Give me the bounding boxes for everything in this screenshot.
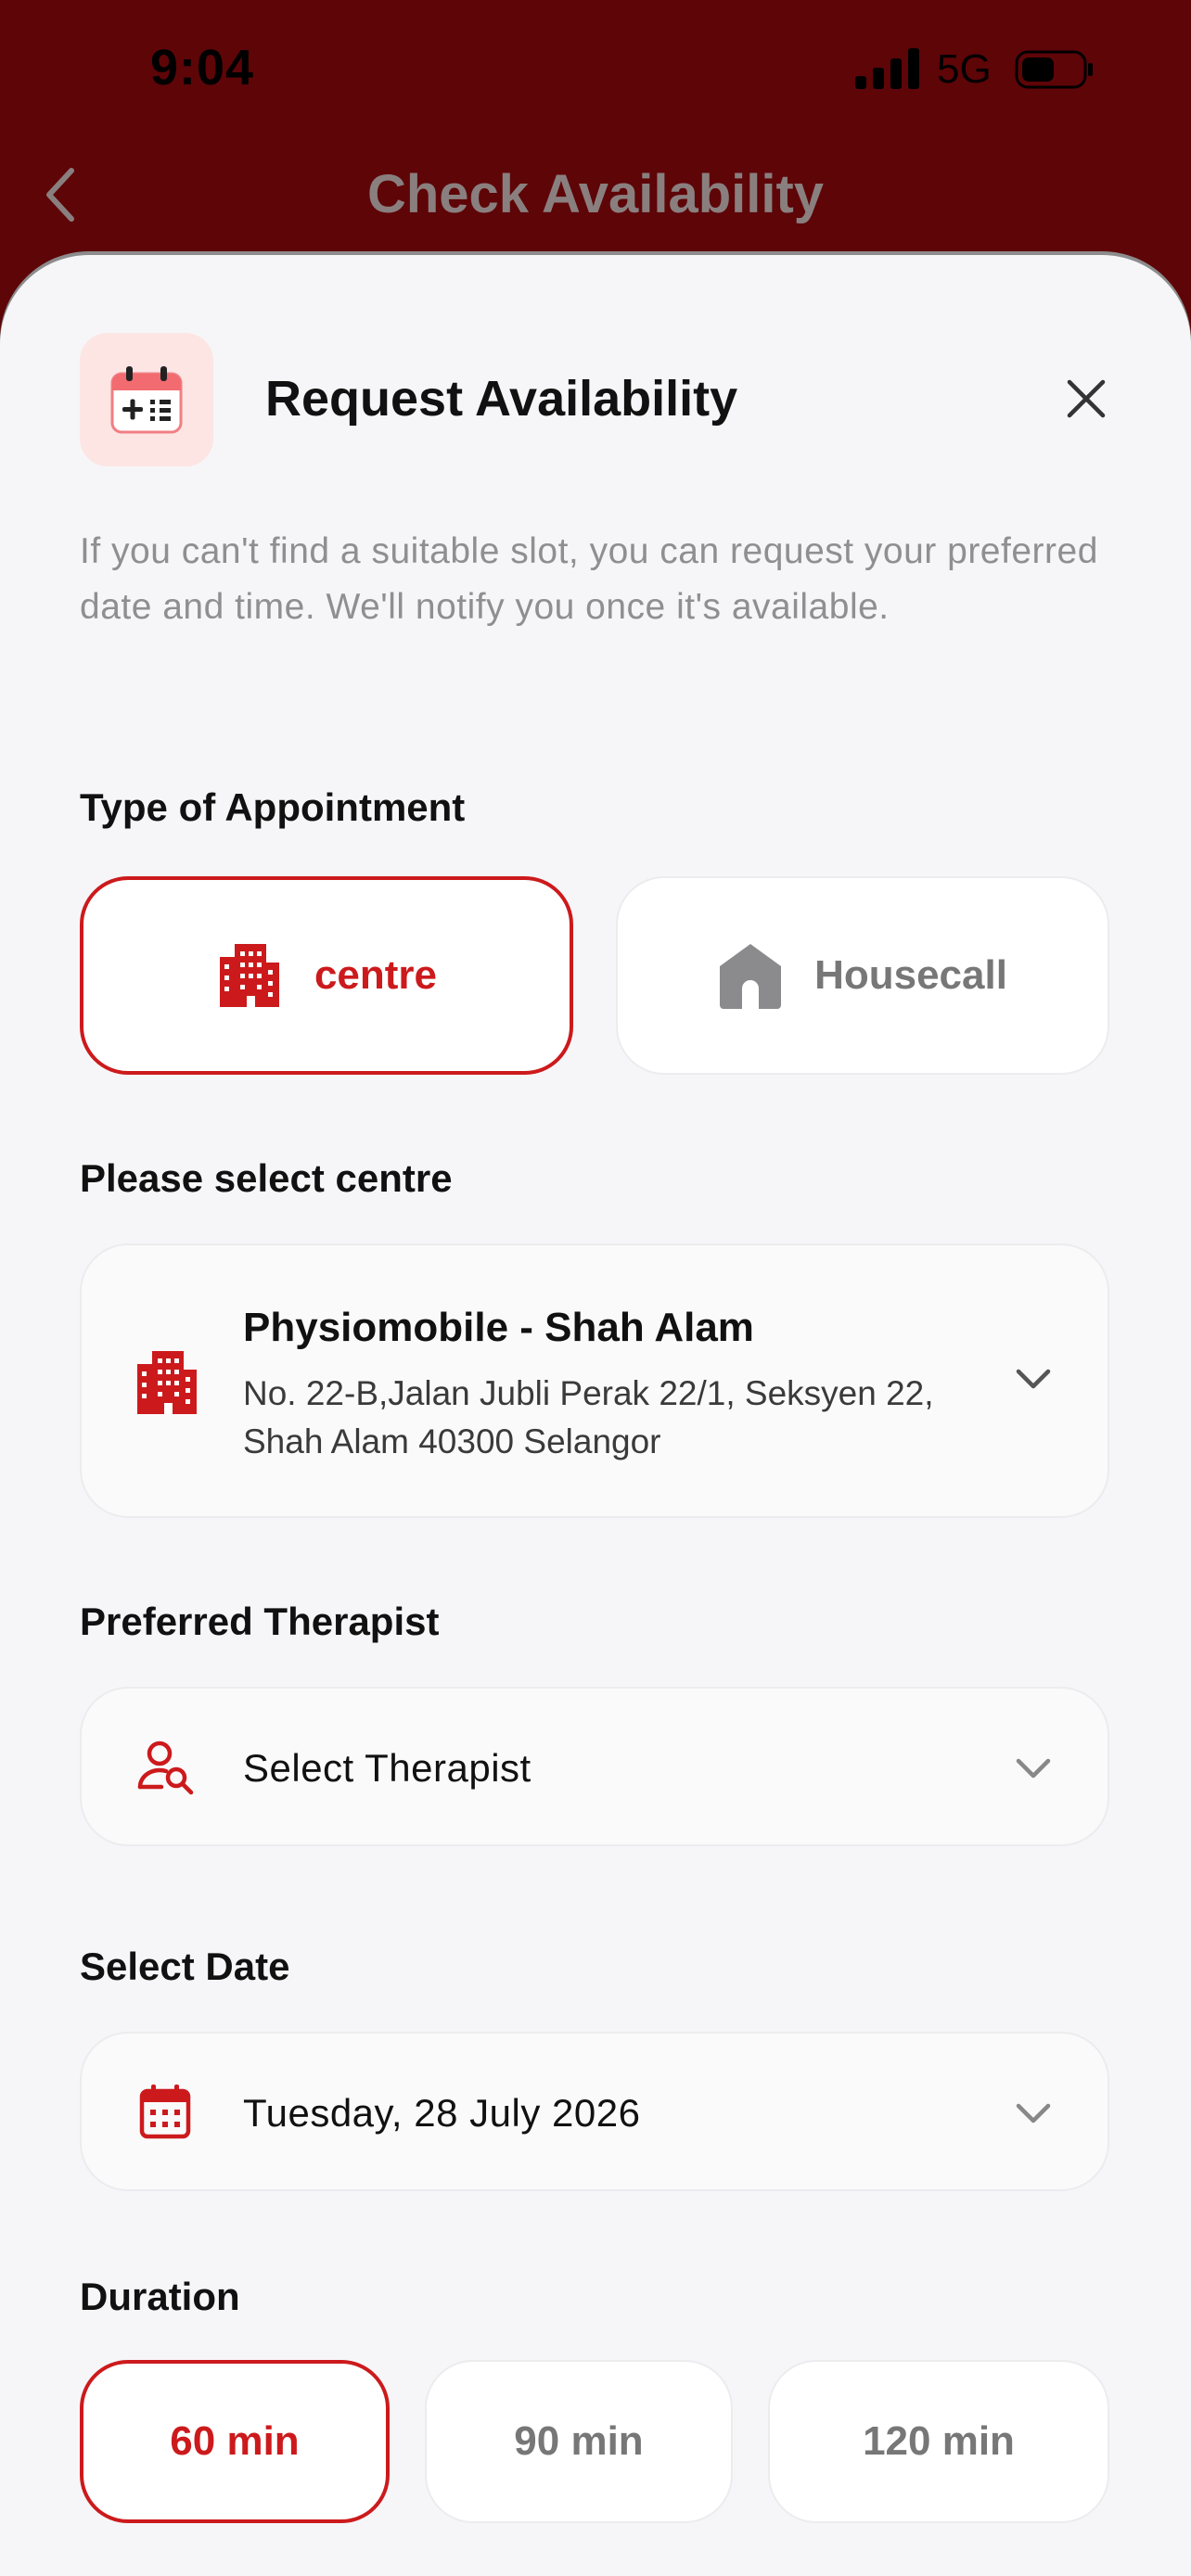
status-bar: 9:04 5G xyxy=(0,0,1191,139)
duration-120-min[interactable]: 120 min xyxy=(768,2360,1109,2523)
appointment-type-label-centre: centre xyxy=(314,952,438,998)
date-select[interactable]: Tuesday, 28 July 2026 xyxy=(80,2032,1109,2191)
therapist-select[interactable]: Select Therapist xyxy=(80,1687,1109,1846)
status-time: 9:04 xyxy=(150,40,255,96)
battery-icon xyxy=(1015,50,1093,89)
building-icon xyxy=(219,944,279,1007)
sheet-header: Request Availability xyxy=(80,333,1128,466)
user-search-icon xyxy=(137,1741,194,1795)
page-title: Check Availability xyxy=(366,164,825,224)
appointment-type-label: Type of Appointment xyxy=(80,785,466,829)
sheet-description: If you can't find a suitable slot, you c… xyxy=(80,531,1098,627)
close-button[interactable] xyxy=(1044,357,1128,440)
therapist-value: Select Therapist xyxy=(243,1746,531,1790)
duration-60-min[interactable]: 60 min xyxy=(80,2360,390,2523)
chevron-down-icon xyxy=(1016,2103,1051,2123)
date-value: Tuesday, 28 July 2026 xyxy=(243,2091,641,2135)
duration-90-min[interactable]: 90 min xyxy=(425,2360,733,2523)
centre-select[interactable]: Physiomobile - Shah Alam No. 22-B,Jalan … xyxy=(80,1243,1109,1518)
screen: 9:04 5G Check Availability Request Avail… xyxy=(0,0,1191,2576)
chevron-down-icon xyxy=(1016,1758,1051,1779)
appointment-type-housecall[interactable]: Housecall xyxy=(616,876,1109,1075)
close-icon xyxy=(1067,379,1106,418)
sheet-title: Request Availability xyxy=(265,371,738,427)
appointment-type-label-housecall: Housecall xyxy=(814,952,1007,998)
building-icon xyxy=(137,1351,197,1414)
signal-icon xyxy=(855,48,919,89)
appointment-type-centre[interactable]: centre xyxy=(80,876,573,1075)
calendar-icon xyxy=(139,2085,191,2139)
therapist-label: Preferred Therapist xyxy=(80,1600,440,1643)
duration-label: Duration xyxy=(80,2275,240,2318)
calendar-add-icon xyxy=(80,333,213,466)
centre-address: No. 22-B,Jalan Jubli Perak 22/1, Seksyen… xyxy=(243,1374,934,1460)
nav-bar: Check Availability xyxy=(0,139,1191,250)
house-icon xyxy=(720,944,782,1009)
date-label: Select Date xyxy=(80,1945,290,1988)
request-availability-sheet: Request Availability If you can't find a… xyxy=(0,255,1191,2576)
centre-label: Please select centre xyxy=(80,1156,453,1200)
network-type: 5G xyxy=(937,46,992,92)
centre-name: Physiomobile - Shah Alam xyxy=(243,1305,754,1350)
chevron-down-icon xyxy=(1016,1369,1051,1389)
